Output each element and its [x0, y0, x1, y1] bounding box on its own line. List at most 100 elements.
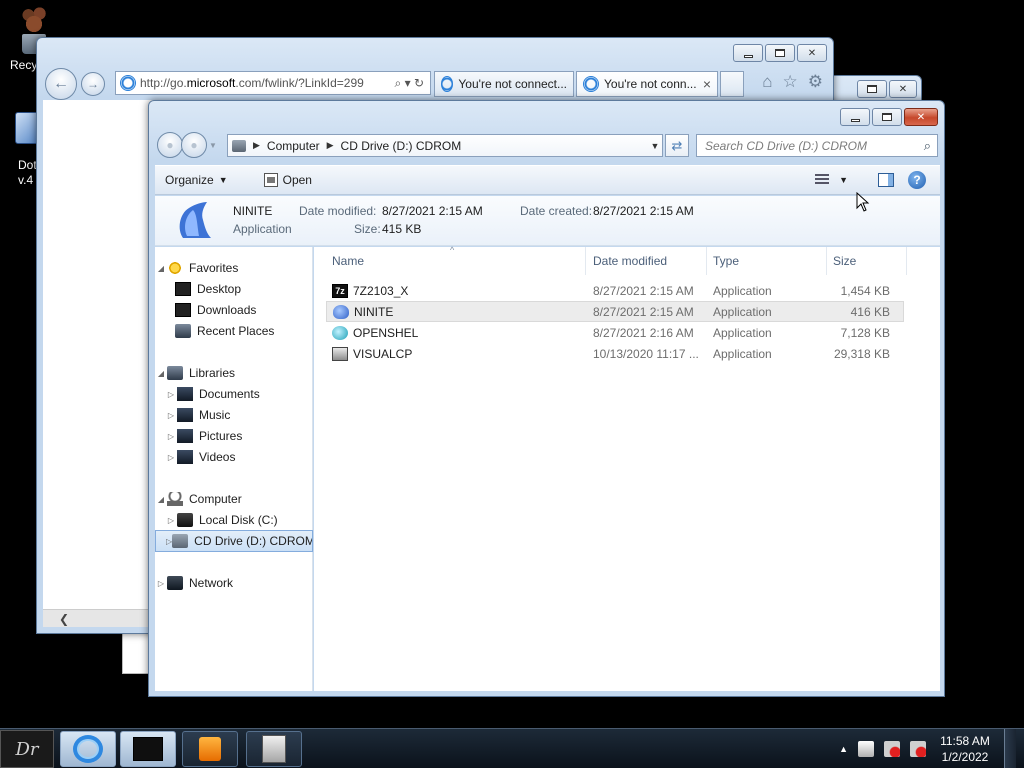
search-icon[interactable]: ⌕ [924, 138, 931, 154]
libraries-icon [167, 366, 183, 380]
explorer-address-bar[interactable]: ▶ Computer ▶ CD Drive (D:) CDROM ▼ [227, 134, 663, 157]
explorer-forward-button[interactable]: ● [181, 132, 207, 158]
collapse-arrow-icon[interactable]: ▷ [165, 516, 177, 525]
taskbar-internet-explorer[interactable] [60, 731, 116, 767]
address-scheme: http://go. [140, 76, 187, 90]
collapse-arrow-icon[interactable]: ▷ [165, 411, 177, 420]
expand-arrow-icon[interactable]: ◢ [155, 369, 167, 378]
preview-pane-icon[interactable] [878, 173, 894, 187]
column-header-type[interactable]: Type [709, 247, 827, 275]
nav-favorites[interactable]: ◢ Favorites [155, 258, 313, 278]
taskbar-explorer[interactable] [120, 731, 176, 767]
ie-minimize-button[interactable] [733, 44, 763, 62]
file-row[interactable]: 7z 7Z2103_X 8/27/2021 2:15 AM Applicatio… [326, 280, 904, 301]
address-dropdown-icon[interactable]: ▼ [648, 141, 662, 151]
explorer-close-button[interactable]: ✕ [904, 108, 938, 126]
nav-network[interactable]: ▷ Network [155, 573, 313, 593]
breadcrumb-separator-icon[interactable]: ▶ [253, 140, 260, 151]
nav-recent-places-label: Recent Places [197, 324, 275, 338]
history-dropdown-icon[interactable]: ▼ [209, 141, 217, 150]
collapse-arrow-icon[interactable]: ▷ [165, 390, 177, 399]
refresh-button[interactable]: ⇄ [665, 134, 689, 157]
ie-maximize-button[interactable] [765, 44, 795, 62]
cd-drive-icon [232, 139, 246, 152]
ie-horizontal-scrollbar[interactable]: ❮ [43, 609, 149, 627]
show-desktop-button[interactable] [1004, 729, 1016, 768]
explorer-minimize-button[interactable] [840, 108, 870, 126]
open-button[interactable]: Open [254, 167, 322, 193]
ie-new-tab[interactable] [720, 71, 744, 97]
collapse-arrow-icon[interactable]: ▷ [155, 579, 167, 588]
file-date: 8/27/2021 2:15 AM [593, 283, 694, 298]
scroll-left-icon[interactable]: ❮ [59, 612, 69, 626]
ie-forward-button[interactable]: → [81, 72, 105, 96]
nav-computer-label: Computer [189, 492, 242, 506]
taskbar-calculator[interactable] [246, 731, 302, 767]
tab-close-icon[interactable]: × [703, 76, 711, 92]
bg-maximize-button[interactable] [857, 80, 887, 98]
ie-close-button[interactable]: ✕ [797, 44, 827, 62]
show-hidden-icons-icon[interactable]: ▲ [839, 744, 848, 754]
search-input[interactable]: Search CD Drive (D:) CDROM ⌕ [696, 134, 938, 157]
taskbar-media-player[interactable] [182, 731, 238, 767]
nav-local-disk[interactable]: ▷ Local Disk (C:) [155, 510, 313, 530]
nav-libraries[interactable]: ◢ Libraries [155, 363, 313, 383]
favorites-star-icon[interactable]: ☆ [783, 72, 798, 92]
explorer-back-button[interactable]: ● [157, 132, 183, 158]
ie-tab-1[interactable]: You're not connect... [434, 71, 574, 97]
column-header-date-modified[interactable]: Date modified [589, 247, 707, 275]
breadcrumb-separator-icon[interactable]: ▶ [327, 140, 334, 151]
file-date: 10/13/2020 11:17 ... [593, 346, 699, 361]
clock[interactable]: 11:58 AM 1/2/2022 [936, 733, 994, 765]
nav-recent-places[interactable]: Recent Places [155, 321, 313, 341]
expand-arrow-icon[interactable]: ◢ [155, 495, 167, 504]
ie-back-button[interactable]: ← [45, 68, 77, 100]
volume-muted-icon[interactable] [910, 741, 926, 757]
breadcrumb-cd-drive[interactable]: CD Drive (D:) CDROM [341, 139, 462, 153]
file-row-selected[interactable]: NINITE 8/27/2021 2:15 AM Application 416… [326, 301, 904, 322]
pictures-library-icon [177, 429, 193, 443]
network-disconnected-icon[interactable] [884, 741, 900, 757]
bg-close-button[interactable]: ✕ [889, 80, 917, 98]
file-row[interactable]: OPENSHEL 8/27/2021 2:16 AM Application 7… [326, 322, 904, 343]
expand-arrow-icon[interactable]: ◢ [155, 264, 167, 273]
nav-videos[interactable]: ▷ Videos [155, 447, 313, 467]
ninite-app-icon [333, 304, 349, 319]
breadcrumb-computer[interactable]: Computer [267, 139, 320, 153]
column-header-name[interactable]: Name [328, 247, 586, 275]
ie-tab-2[interactable]: You're not conn... × [576, 71, 718, 97]
nav-computer[interactable]: ◢ Computer [155, 489, 313, 509]
explorer-maximize-button[interactable] [872, 108, 902, 126]
home-icon[interactable]: ⌂ [762, 72, 772, 92]
open-icon [263, 173, 278, 187]
start-button[interactable]: Dr [0, 730, 54, 768]
change-view-button[interactable]: ▼ [815, 174, 848, 186]
forward-arrow-icon: ● [190, 138, 198, 152]
organize-button[interactable]: Organize ▼ [155, 167, 238, 193]
nav-music[interactable]: ▷ Music [155, 405, 313, 425]
nav-desktop[interactable]: Desktop [155, 279, 313, 299]
nav-desktop-label: Desktop [197, 282, 242, 296]
ie-tab-1-label: You're not connect... [458, 77, 567, 91]
network-icon [167, 576, 183, 590]
cd-drive-icon [172, 534, 189, 548]
favorites-star-icon [167, 261, 183, 275]
collapse-arrow-icon[interactable]: ▷ [165, 453, 177, 462]
address-tools-icons[interactable]: ⌕ ▾ ↻ [395, 76, 424, 91]
help-icon[interactable]: ? [908, 171, 926, 189]
column-header-size[interactable]: Size [829, 247, 907, 275]
file-row[interactable]: VISUALCP 10/13/2020 11:17 ... Applicatio… [326, 343, 904, 364]
nav-documents[interactable]: ▷ Documents [155, 384, 313, 404]
nav-cd-drive[interactable]: ▷ CD Drive (D:) CDROM [155, 530, 313, 552]
ie-address-bar[interactable]: http://go.microsoft.com/fwlink/?LinkId=2… [115, 71, 431, 95]
view-list-icon [815, 174, 830, 186]
settings-gear-icon[interactable]: ⚙ [808, 72, 823, 92]
file-name: VISUALCP [353, 346, 413, 361]
folder-icon [133, 737, 163, 761]
ie-page-icon [120, 75, 136, 91]
action-center-flag-icon[interactable] [858, 741, 874, 757]
nav-pictures[interactable]: ▷ Pictures [155, 426, 313, 446]
forward-arrow-icon: → [87, 77, 99, 91]
collapse-arrow-icon[interactable]: ▷ [165, 432, 177, 441]
nav-downloads[interactable]: Downloads [155, 300, 313, 320]
